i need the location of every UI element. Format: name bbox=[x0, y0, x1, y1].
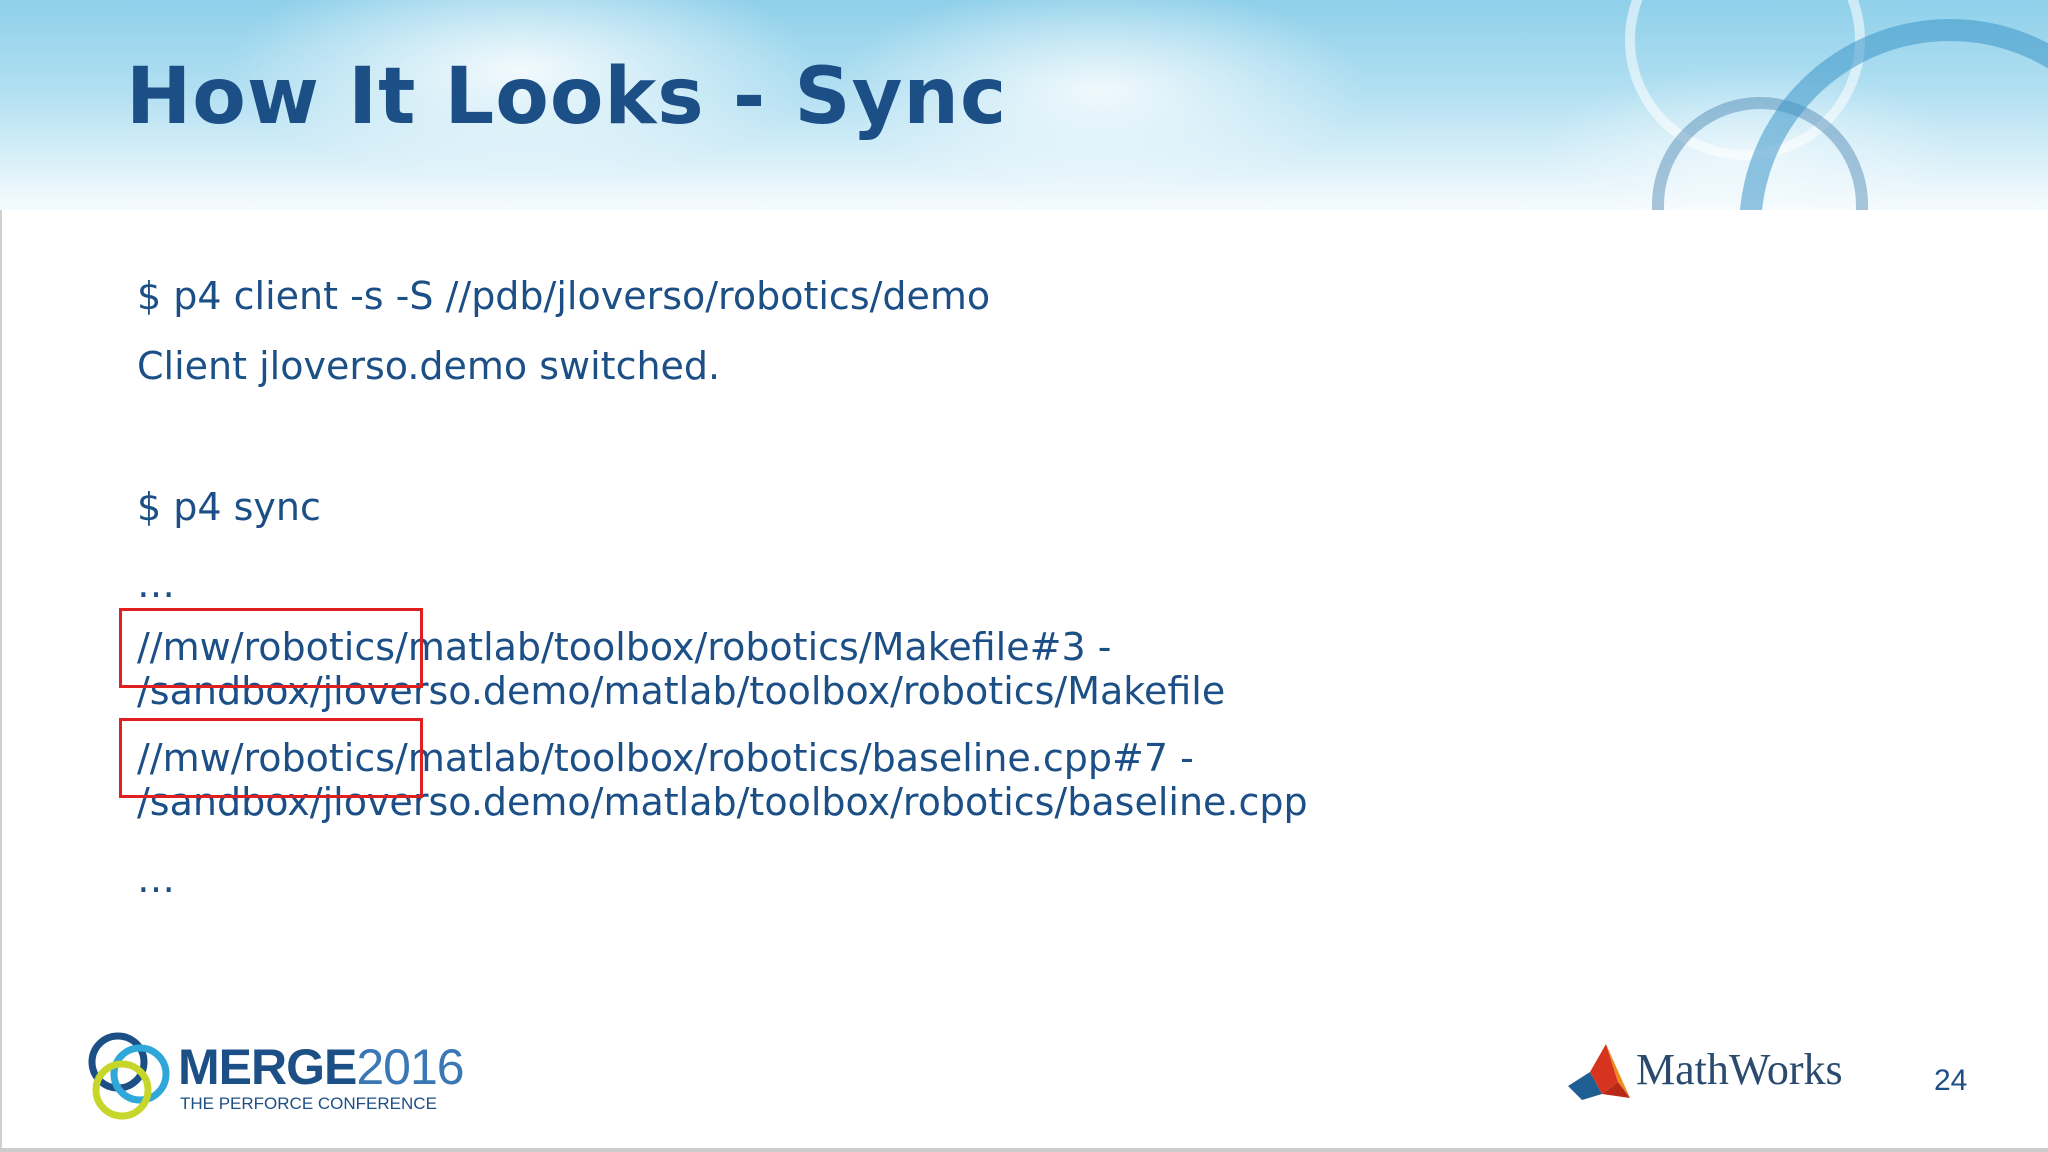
output-client-switched: Client jloverso.demo switched. bbox=[137, 344, 721, 388]
header-banner: How It Looks - Sync bbox=[0, 0, 2048, 210]
bottom-divider bbox=[0, 1148, 2048, 1152]
mathworks-membrane-icon bbox=[1568, 1044, 1630, 1100]
page-number: 24 bbox=[1934, 1064, 1968, 1097]
command-line-sync: $ p4 sync bbox=[137, 485, 321, 529]
command-line-client: $ p4 client -s -S //pdb/jloverso/robotic… bbox=[137, 274, 991, 318]
slide-title: How It Looks - Sync bbox=[126, 52, 1008, 142]
left-divider bbox=[0, 210, 2, 1152]
merge-subtitle: THE PERFORCE CONFERENCE bbox=[180, 1094, 437, 1113]
ellipsis-top: … bbox=[137, 562, 175, 606]
highlight-box-1 bbox=[119, 608, 423, 688]
mathworks-logo: MathWorks bbox=[1568, 1038, 1868, 1108]
decorative-rings-icon bbox=[1625, 0, 2048, 210]
slide: How It Looks - Sync $ p4 client -s -S //… bbox=[0, 0, 2048, 1152]
highlight-box-2 bbox=[119, 718, 423, 798]
ellipsis-bottom: … bbox=[137, 857, 175, 901]
mathworks-wordmark: MathWorks bbox=[1636, 1045, 1843, 1094]
merge-wordmark: MERGE2016 bbox=[178, 1039, 465, 1095]
merge-logo: MERGE2016 THE PERFORCE CONFERENCE bbox=[80, 1028, 465, 1128]
merge-rings-icon bbox=[88, 1032, 170, 1120]
merge-year: 2016 bbox=[356, 1039, 464, 1095]
